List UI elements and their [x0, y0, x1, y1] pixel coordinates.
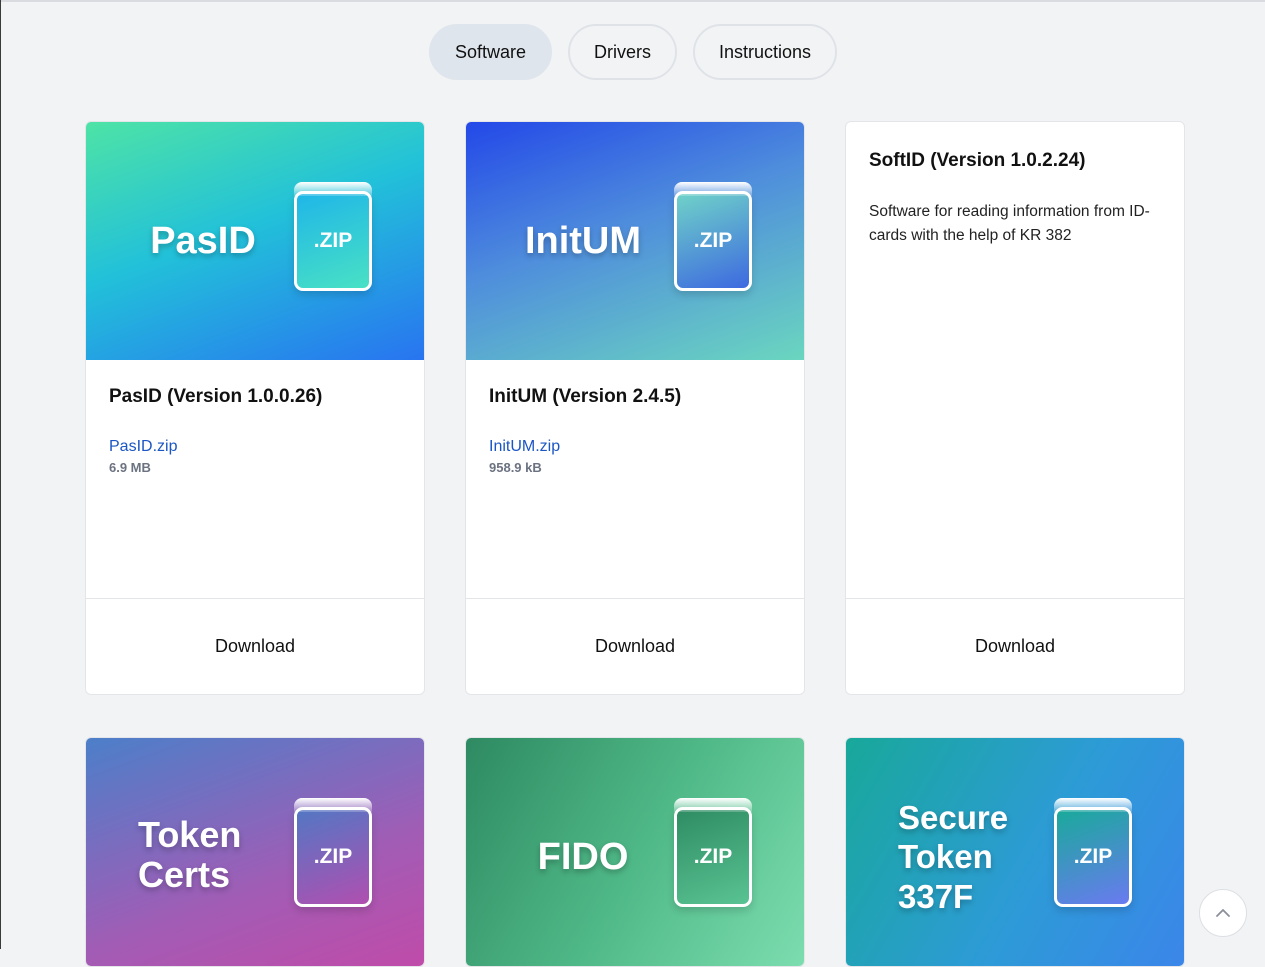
- chevron-up-icon: [1216, 909, 1230, 917]
- banner-title: FIDO: [537, 835, 629, 878]
- download-card-token-certs: Token Certs .ZIP: [85, 737, 425, 967]
- banner-title-line: Token: [138, 813, 242, 855]
- banner-title-line: 337F: [898, 877, 974, 915]
- tab-drivers[interactable]: Drivers: [568, 24, 677, 80]
- zip-file-icon: .ZIP: [674, 798, 752, 907]
- card-banner: FIDO .ZIP: [466, 738, 804, 966]
- zip-label: .ZIP: [693, 229, 733, 252]
- zip-file-icon: .ZIP: [1054, 798, 1132, 907]
- download-button[interactable]: Download: [86, 598, 424, 694]
- banner-title: InitUM: [524, 219, 642, 262]
- card-title: PasID (Version 1.0.0.26): [109, 386, 323, 407]
- zip-label: .ZIP: [693, 845, 733, 868]
- download-button[interactable]: Download: [466, 598, 804, 694]
- banner-title-line: Certs: [138, 854, 231, 895]
- download-card-initum: InitUM .ZIP InitUM (Version 2.4.5) InitU…: [465, 121, 805, 695]
- card-banner: Token Certs .ZIP: [86, 738, 424, 966]
- card-banner: PasID .ZIP: [86, 122, 424, 360]
- card-title: SoftID (Version 1.0.2.24): [869, 150, 1086, 171]
- zip-file-icon: .ZIP: [674, 182, 752, 291]
- zip-label: .ZIP: [313, 229, 353, 252]
- zip-file-icon: .ZIP: [294, 182, 372, 291]
- card-description: Software for reading information from ID…: [869, 203, 1150, 244]
- banner-title: PasID: [150, 219, 256, 262]
- category-tabs: Software Drivers Instructions: [1, 24, 1265, 80]
- file-link[interactable]: PasID.zip: [109, 438, 401, 456]
- zip-label: .ZIP: [1073, 845, 1113, 868]
- download-card-secure-token: Secure Token 337F .ZIP: [845, 737, 1185, 967]
- scroll-top-button[interactable]: [1199, 889, 1247, 937]
- banner-title-line: Token: [898, 838, 993, 876]
- card-banner: Secure Token 337F .ZIP: [846, 738, 1184, 966]
- file-link[interactable]: InitUM.zip: [489, 438, 781, 456]
- tab-instructions[interactable]: Instructions: [693, 24, 838, 80]
- banner-title: Token Certs: [138, 813, 268, 896]
- download-card-fido: FIDO .ZIP: [465, 737, 805, 967]
- file-size: 6.9 MB: [109, 460, 151, 475]
- banner-title: Secure Token 337F: [898, 798, 1028, 917]
- file-size: 958.9 kB: [489, 460, 542, 475]
- banner-title-line: Secure: [898, 798, 1009, 836]
- top-divider: [1, 0, 1265, 2]
- card-banner: InitUM .ZIP: [466, 122, 804, 360]
- tab-software[interactable]: Software: [428, 24, 552, 80]
- download-card-pasid: PasID .ZIP PasID (Version 1.0.0.26) PasI…: [85, 121, 425, 695]
- card-title: InitUM (Version 2.4.5): [489, 386, 682, 407]
- zip-label: .ZIP: [313, 845, 353, 868]
- download-button[interactable]: Download: [846, 598, 1184, 694]
- zip-file-icon: .ZIP: [294, 798, 372, 907]
- download-card-softid: SoftID (Version 1.0.2.24) Software for r…: [845, 121, 1185, 695]
- download-grid: PasID .ZIP PasID (Version 1.0.0.26) PasI…: [85, 121, 1185, 967]
